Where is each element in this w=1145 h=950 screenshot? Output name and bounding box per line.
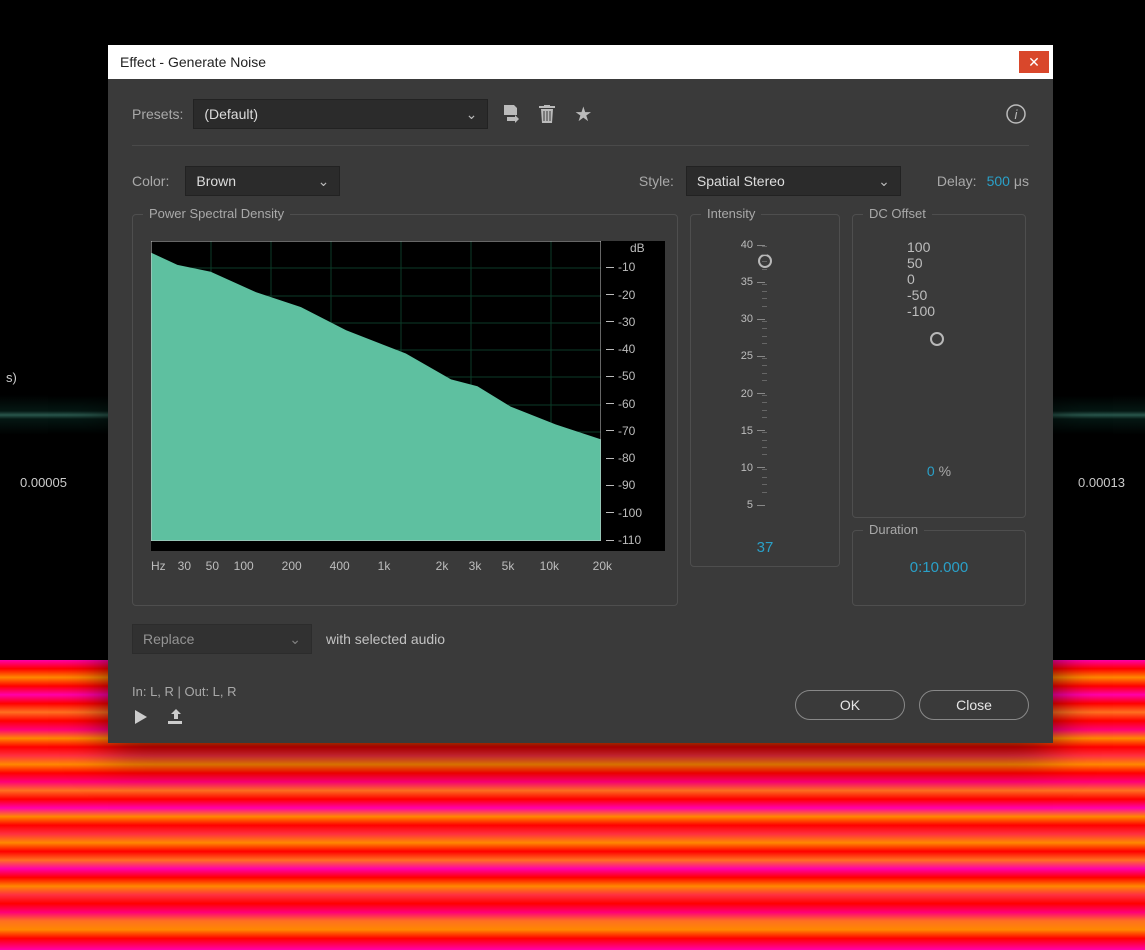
- export-button[interactable]: [168, 709, 186, 725]
- generate-noise-dialog: Effect - Generate Noise ✕ Presets: (Defa…: [108, 45, 1053, 743]
- x-tick: 5k: [502, 559, 532, 573]
- favorite-button[interactable]: ★: [570, 101, 596, 127]
- y-tick: -10: [606, 260, 635, 274]
- replace-select[interactable]: Replace ⌄: [132, 624, 312, 654]
- intensity-title: Intensity: [701, 206, 761, 221]
- save-preset-button[interactable]: [498, 101, 524, 127]
- replace-value: Replace: [143, 631, 279, 647]
- y-tick: -40: [606, 342, 635, 356]
- intensity-tick: 35: [735, 276, 795, 288]
- intensity-slider[interactable]: 40 35 30 25 20 15 10 5: [735, 239, 795, 519]
- style-label: Style:: [639, 173, 674, 189]
- psd-chart: [151, 241, 601, 541]
- intensity-tick: 20: [735, 388, 795, 400]
- y-tick: -50: [606, 369, 635, 383]
- presets-label: Presets:: [132, 106, 183, 122]
- delay-unit: μs: [1014, 173, 1029, 189]
- close-icon: ✕: [1028, 54, 1040, 71]
- delay-label: Delay:: [937, 173, 977, 189]
- chevron-down-icon: ⌄: [318, 173, 330, 190]
- intensity-tick: 25: [735, 350, 795, 362]
- io-label: In: L, R | Out: L, R: [132, 684, 237, 699]
- intensity-tick: 30: [735, 313, 795, 325]
- intensity-value[interactable]: 37: [757, 539, 774, 556]
- titlebar: Effect - Generate Noise ✕: [108, 45, 1053, 79]
- intensity-panel: Intensity 403530252015105 37: [690, 214, 840, 567]
- delete-preset-button[interactable]: [534, 101, 560, 127]
- dc-tick: -50: [907, 287, 971, 303]
- intensity-tick: 15: [735, 425, 795, 437]
- x-tick: 10k: [540, 559, 585, 573]
- x-tick: 30: [178, 559, 198, 573]
- presets-value: (Default): [204, 106, 455, 122]
- dc-offset-title: DC Offset: [863, 206, 932, 221]
- delay-value[interactable]: 500: [987, 173, 1010, 189]
- intensity-tick: 10: [735, 462, 795, 474]
- duration-panel: Duration 0:10.000: [852, 530, 1026, 606]
- psd-panel: Power Spectral Density: [132, 214, 678, 606]
- with-selected-audio-label: with selected audio: [326, 631, 445, 647]
- x-tick: 20k: [593, 559, 623, 573]
- y-tick: -90: [606, 478, 635, 492]
- y-tick: -100: [606, 506, 642, 520]
- y-tick: -110: [606, 533, 641, 547]
- dc-offset-thumb[interactable]: [930, 332, 944, 346]
- dc-offset-slider[interactable]: 100500-50-100: [907, 239, 971, 449]
- intensity-tick: 40: [735, 239, 795, 251]
- dc-tick: -100: [907, 303, 971, 319]
- color-label: Color:: [132, 173, 169, 189]
- ok-button[interactable]: OK: [795, 690, 905, 720]
- chevron-down-icon: ⌄: [289, 631, 301, 648]
- dc-tick: 0: [907, 271, 971, 287]
- x-tick: 400: [330, 559, 370, 573]
- x-tick: 200: [282, 559, 322, 573]
- dialog-title: Effect - Generate Noise: [120, 54, 266, 70]
- psd-y-axis: dB -10 -20 -30 -40 -50 -60 -70 -80 -90 -100 -110: [606, 241, 666, 553]
- close-window-button[interactable]: ✕: [1019, 51, 1049, 73]
- bg-axis-label: s): [6, 370, 17, 385]
- style-value: Spatial Stereo: [697, 173, 868, 189]
- dc-offset-value[interactable]: 0 %: [927, 463, 951, 479]
- psd-plot: dB -10 -20 -30 -40 -50 -60 -70 -80 -90 -100 -110: [151, 241, 665, 551]
- time-label-left: 0.00005: [20, 475, 67, 490]
- x-tick: 100: [234, 559, 274, 573]
- psd-y-unit: dB: [630, 241, 645, 255]
- style-select[interactable]: Spatial Stereo ⌄: [686, 166, 901, 196]
- x-tick: 50: [206, 559, 226, 573]
- svg-text:i: i: [1015, 107, 1019, 122]
- y-tick: -30: [606, 315, 635, 329]
- play-button[interactable]: [132, 709, 148, 725]
- dc-offset-panel: DC Offset 100500-50-100 0 %: [852, 214, 1026, 518]
- x-tick: 1k: [378, 559, 428, 573]
- y-tick: -20: [606, 288, 635, 302]
- info-button[interactable]: i: [1003, 101, 1029, 127]
- color-select[interactable]: Brown ⌄: [185, 166, 340, 196]
- dc-tick: 50: [907, 255, 971, 271]
- psd-title: Power Spectral Density: [143, 206, 290, 221]
- duration-title: Duration: [863, 522, 924, 537]
- presets-select[interactable]: (Default) ⌄: [193, 99, 488, 129]
- dc-tick: 100: [907, 239, 971, 255]
- x-tick: 3k: [469, 559, 494, 573]
- y-tick: -70: [606, 424, 635, 438]
- close-button[interactable]: Close: [919, 690, 1029, 720]
- star-icon: ★: [574, 102, 592, 127]
- y-tick: -60: [606, 397, 635, 411]
- chevron-down-icon: ⌄: [878, 173, 890, 190]
- y-tick: -80: [606, 451, 635, 465]
- intensity-tick: 5: [735, 499, 795, 511]
- x-tick: 2k: [436, 559, 461, 573]
- color-value: Brown: [196, 173, 307, 189]
- chevron-down-icon: ⌄: [466, 106, 478, 123]
- duration-value[interactable]: 0:10.000: [910, 559, 968, 576]
- time-label-right: 0.00013: [1078, 475, 1125, 490]
- psd-x-unit: Hz: [151, 559, 166, 573]
- psd-x-axis: Hz 30 50 100 200 400 1k 2k 3k 5k 10k 20k: [151, 559, 665, 573]
